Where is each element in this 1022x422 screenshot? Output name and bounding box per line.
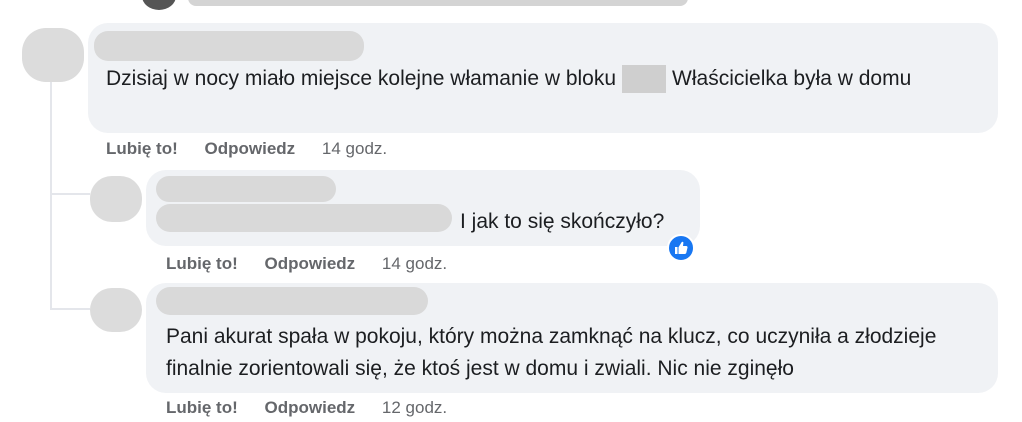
top-author-redacted — [188, 0, 688, 6]
comment-actions-1: Lubię to! Odpowiedz 14 godz. — [106, 139, 387, 159]
commenter-avatar-2[interactable] — [90, 176, 142, 222]
comment-timestamp[interactable]: 14 godz. — [382, 254, 447, 273]
like-button[interactable]: Lubię to! — [106, 139, 178, 158]
comment-text-1-part-a: Dzisiaj w nocy miało miejsce kolejne wła… — [106, 67, 617, 90]
comment-actions-2: Lubię to! Odpowiedz 14 godz. — [166, 254, 447, 274]
comment-bubble-1: Dzisiaj w nocy miało miejsce kolejne wła… — [88, 23, 998, 133]
commenter-avatar-1[interactable] — [22, 28, 84, 82]
comment-text-1: Dzisiaj w nocy miało miejsce kolejne wła… — [106, 63, 986, 95]
thread-branch-1 — [50, 193, 90, 195]
comment-bubble-2: I jak to się skończyło? — [146, 170, 700, 246]
comment-text-3: Pani akurat spała w pokoju, który można … — [166, 325, 937, 380]
like-button[interactable]: Lubię to! — [166, 398, 238, 417]
thumbs-up-icon — [675, 241, 688, 254]
comment-timestamp[interactable]: 12 godz. — [382, 398, 447, 417]
comment-text-2: I jak to się skończyło? — [460, 210, 665, 233]
thread-branch-2 — [50, 308, 90, 310]
comment-author-redacted-2[interactable] — [156, 176, 336, 202]
comment-author-redacted-1[interactable] — [94, 31, 364, 61]
reply-button[interactable]: Odpowiedz — [265, 254, 356, 273]
redacted-block — [622, 65, 667, 94]
reaction-badge[interactable] — [667, 234, 695, 262]
top-avatar[interactable] — [142, 0, 176, 10]
thread-line — [50, 82, 52, 310]
comment-text-redacted-2 — [156, 204, 452, 232]
comment-text-1-part-b: Właścicielka była w domu — [672, 67, 912, 90]
reply-button[interactable]: Odpowiedz — [205, 139, 296, 158]
like-button[interactable]: Lubię to! — [166, 254, 238, 273]
comment-actions-3: Lubię to! Odpowiedz 12 godz. — [166, 398, 447, 418]
comment-timestamp[interactable]: 14 godz. — [322, 139, 387, 158]
comment-author-redacted-3[interactable] — [156, 287, 428, 315]
comment-bubble-3: Pani akurat spała w pokoju, który można … — [146, 283, 998, 393]
reply-button[interactable]: Odpowiedz — [265, 398, 356, 417]
commenter-avatar-3[interactable] — [90, 288, 142, 332]
